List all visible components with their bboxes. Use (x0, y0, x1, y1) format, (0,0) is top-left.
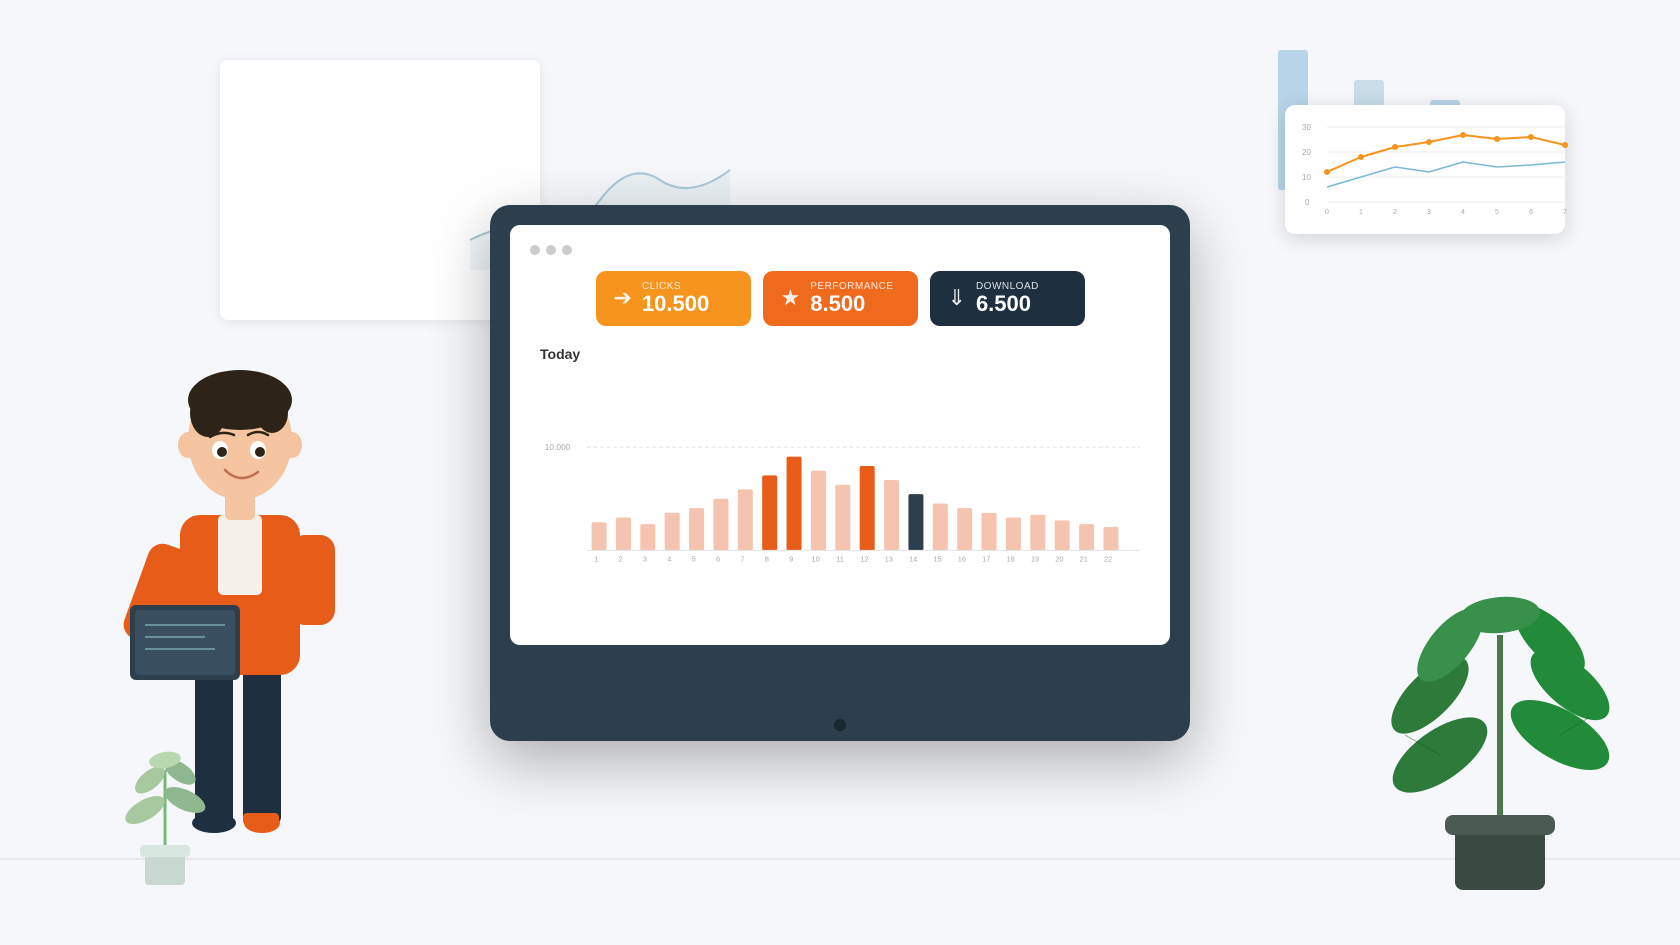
svg-text:3: 3 (1427, 209, 1431, 216)
bar-chart: 10.000 (540, 370, 1140, 590)
line-chart-blue (1327, 162, 1565, 187)
bar-4 (665, 513, 680, 551)
svg-text:17: 17 (982, 554, 990, 563)
bar-7 (738, 489, 753, 550)
chart-container: 10.000 (540, 370, 1140, 590)
bar-20 (1055, 520, 1070, 550)
bar-19 (1030, 514, 1045, 550)
download-icon: ⇓ (948, 285, 966, 311)
clicks-card[interactable]: ➔ Clicks 10.500 (596, 271, 751, 326)
svg-text:20: 20 (1055, 554, 1063, 563)
bar-15 (933, 503, 948, 550)
cursor-icon: ➔ (614, 285, 632, 311)
line-chart-svg: 30 20 10 0 0 1 2 3 4 5 6 7 (1297, 117, 1577, 217)
svg-text:12: 12 (860, 554, 868, 563)
bar-2 (616, 517, 631, 550)
bar-16 (957, 508, 972, 550)
svg-text:5: 5 (692, 554, 696, 563)
svg-text:22: 22 (1104, 554, 1112, 563)
svg-text:10: 10 (811, 554, 819, 563)
bar-18 (1006, 517, 1021, 550)
performance-value: 8.500 (810, 292, 893, 316)
clicks-text: Clicks 10.500 (642, 281, 709, 316)
svg-text:18: 18 (1006, 554, 1014, 563)
bar-13 (884, 480, 899, 550)
svg-text:20: 20 (1302, 148, 1311, 157)
bar-1 (592, 522, 607, 550)
bar-3 (640, 524, 655, 550)
dot-5 (1494, 136, 1500, 142)
dot-1 (530, 245, 540, 255)
svg-text:21: 21 (1080, 554, 1088, 563)
svg-text:3: 3 (643, 554, 647, 563)
monitor-screen: ➔ Clicks 10.500 ★ Performance 8.500 ⇓ (510, 225, 1170, 645)
dot-2 (1392, 144, 1398, 150)
svg-text:7: 7 (1563, 209, 1567, 216)
dot-3 (562, 245, 572, 255)
bar-14 (908, 494, 923, 550)
svg-text:6: 6 (1529, 209, 1533, 216)
svg-text:16: 16 (958, 554, 966, 563)
bar-6 (713, 498, 728, 550)
dot-2 (546, 245, 556, 255)
bar-12 (860, 466, 875, 550)
dot-6 (1528, 134, 1534, 140)
svg-text:4: 4 (667, 554, 671, 563)
clicks-value: 10.500 (642, 292, 709, 316)
performance-text: Performance 8.500 (810, 281, 893, 316)
bar-21 (1079, 524, 1094, 550)
svg-text:0: 0 (1325, 209, 1329, 216)
bar-9 (787, 456, 802, 550)
monitor-camera (834, 719, 846, 731)
download-card[interactable]: ⇓ Download 6.500 (930, 271, 1085, 326)
svg-text:14: 14 (909, 554, 917, 563)
monitor-stand (810, 645, 870, 695)
bar-5 (689, 508, 704, 550)
dot-1 (1358, 154, 1364, 160)
plant-right (1380, 535, 1620, 895)
window-dots (530, 245, 1150, 255)
bar-8 (762, 475, 777, 550)
svg-text:11: 11 (836, 554, 844, 563)
plant-left (115, 690, 215, 890)
y-axis-label: 10.000 (545, 442, 571, 452)
monitor: ➔ Clicks 10.500 ★ Performance 8.500 ⇓ (490, 205, 1190, 741)
svg-text:4: 4 (1461, 209, 1465, 216)
svg-text:6: 6 (716, 554, 720, 563)
dot-3 (1426, 139, 1432, 145)
dot-7 (1562, 142, 1568, 148)
performance-card[interactable]: ★ Performance 8.500 (763, 271, 918, 326)
svg-text:1: 1 (594, 554, 598, 563)
bar-11 (835, 484, 850, 550)
download-value: 6.500 (976, 292, 1039, 316)
dot-4 (1460, 132, 1466, 138)
svg-text:8: 8 (765, 554, 769, 563)
monitor-wrapper: ➔ Clicks 10.500 ★ Performance 8.500 ⇓ (480, 205, 1200, 741)
svg-text:2: 2 (619, 554, 623, 563)
svg-text:30: 30 (1302, 123, 1311, 132)
dot-0 (1324, 169, 1330, 175)
svg-text:13: 13 (885, 554, 893, 563)
svg-text:9: 9 (789, 554, 793, 563)
chart-area: Today 10.000 (530, 346, 1150, 590)
svg-text:0: 0 (1305, 198, 1310, 207)
bar-17 (982, 513, 997, 551)
floating-chart: 30 20 10 0 0 1 2 3 4 5 6 7 (1285, 105, 1565, 234)
chart-title: Today (540, 346, 1140, 362)
bar-10 (811, 470, 826, 550)
monitor-base (760, 695, 920, 713)
download-text: Download 6.500 (976, 281, 1039, 316)
svg-text:10: 10 (1302, 173, 1311, 182)
svg-text:7: 7 (740, 554, 744, 563)
svg-text:19: 19 (1031, 554, 1039, 563)
star-icon: ★ (781, 285, 801, 311)
stats-row: ➔ Clicks 10.500 ★ Performance 8.500 ⇓ (530, 271, 1150, 326)
svg-text:15: 15 (933, 554, 941, 563)
bars-group (592, 456, 1119, 550)
bar-22 (1103, 527, 1118, 550)
svg-text:2: 2 (1393, 209, 1397, 216)
svg-text:1: 1 (1359, 209, 1363, 216)
svg-text:5: 5 (1495, 209, 1499, 216)
